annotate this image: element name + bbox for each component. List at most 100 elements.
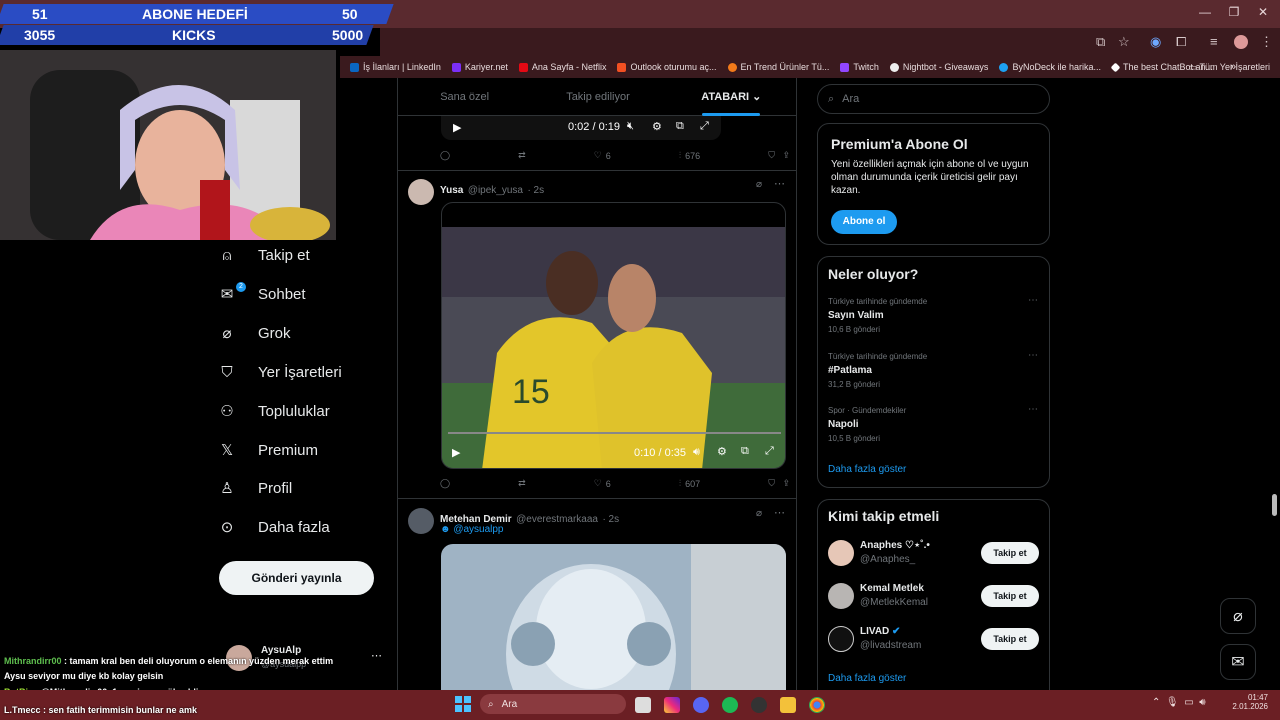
puzzle-icon[interactable]: ⧠ bbox=[1176, 34, 1186, 50]
trend-item[interactable]: Türkiye tarihinde gündemde #Patlama 31,2… bbox=[828, 350, 1038, 389]
fullscreen-icon[interactable]: ⤢ bbox=[765, 445, 774, 458]
extension-icon[interactable]: ◉ bbox=[1150, 34, 1161, 50]
install-icon[interactable]: ⧉ bbox=[1096, 34, 1105, 50]
follow-button[interactable]: Takip et bbox=[981, 585, 1039, 607]
reply-icon[interactable]: ◯ bbox=[440, 478, 450, 489]
close-icon[interactable]: ✕ bbox=[1248, 5, 1278, 19]
bookmark-item[interactable]: Outlook oturumu aç... bbox=[617, 62, 717, 72]
tab-following[interactable]: Takip ediliyor bbox=[531, 78, 664, 115]
play-icon[interactable]: ▶ bbox=[453, 121, 461, 134]
grok-fab[interactable]: ⌀ bbox=[1220, 598, 1256, 634]
video-player[interactable]: ▶ 0:02 / 0:19 🔇︎ ⚙ ⧉ ⤢ bbox=[441, 116, 721, 140]
menu-icon[interactable]: ⋮ bbox=[1260, 34, 1273, 50]
post-handle[interactable]: @everestmarkaaa bbox=[516, 514, 598, 525]
nav-communities[interactable]: ⚇ Topluluklar bbox=[218, 399, 329, 423]
nav-profile[interactable]: ♙ Profil bbox=[218, 476, 292, 500]
timeline: Sana özel Takip ediliyor ATABARI ⌄ ▶ 0:0… bbox=[397, 78, 797, 690]
follow-suggestion[interactable]: Kemal Metlek @MetlekKemal Takip et bbox=[818, 581, 1049, 621]
fullscreen-icon[interactable]: ⤢ bbox=[700, 120, 709, 133]
search-input[interactable]: ⌕ Ara bbox=[817, 84, 1050, 114]
tab-atabari[interactable]: ATABARI ⌄ bbox=[665, 78, 796, 115]
play-icon[interactable]: ▶ bbox=[452, 446, 460, 459]
bookmark-item[interactable]: Kariyer.net bbox=[451, 62, 508, 72]
svg-text:15: 15 bbox=[512, 373, 550, 411]
follow-button[interactable]: Takip et bbox=[981, 542, 1039, 564]
follow-suggestion[interactable]: Anaphes ♡⋆˚.• @Anaphes_ Takip et bbox=[818, 538, 1049, 578]
post-handle[interactable]: @ipek_yusa bbox=[468, 185, 523, 196]
like-button[interactable]: ♡ 6 bbox=[594, 478, 611, 489]
windows-start-icon[interactable] bbox=[455, 696, 471, 712]
settings-icon[interactable]: ⚙ bbox=[717, 445, 727, 458]
all-bookmarks[interactable]: ▭ Tüm Yer İşaretleri bbox=[1189, 56, 1270, 78]
trends-show-more[interactable]: Daha fazla göster bbox=[828, 464, 906, 475]
repost-icon[interactable]: ⇄ bbox=[518, 150, 526, 161]
repost-icon[interactable]: ⇄ bbox=[518, 478, 526, 489]
tab-for-you[interactable]: Sana özel bbox=[398, 78, 531, 115]
avatar[interactable] bbox=[408, 508, 434, 534]
more-dots-icon[interactable]: ⋯ bbox=[774, 177, 785, 190]
like-button[interactable]: ♡ 6 bbox=[594, 150, 611, 161]
bookmark-item[interactable]: Twitch bbox=[840, 62, 879, 72]
discord-icon[interactable] bbox=[693, 697, 709, 713]
views-button[interactable]: ⫶ 607 bbox=[679, 478, 700, 489]
clock[interactable]: 01:47 2.01.2026 bbox=[1232, 693, 1268, 711]
bookmark-item[interactable]: İş İlanları | LinkedIn bbox=[350, 62, 441, 72]
trend-item[interactable]: Türkiye tarihinde gündemde Sayın Valim 1… bbox=[828, 295, 1038, 334]
volume-icon[interactable]: 🔊︎ bbox=[693, 446, 700, 459]
more-dots-icon[interactable]: ⋯ bbox=[1028, 404, 1038, 415]
taskbar-search[interactable]: ⌕ Ara bbox=[480, 694, 626, 714]
more-dots-icon[interactable]: ⋯ bbox=[1028, 350, 1038, 361]
nav-bookmarks[interactable]: ⛉ Yer İşaretleri bbox=[218, 360, 341, 384]
messages-fab[interactable]: ✉ bbox=[1220, 644, 1256, 680]
more-dots-icon[interactable]: ⋯ bbox=[1028, 295, 1038, 306]
post-image[interactable] bbox=[441, 544, 786, 690]
bookmark-item[interactable]: Ana Sayfa - Netflix bbox=[518, 62, 606, 72]
tray-icons[interactable]: ⌃ 🎙︎ ▭ 🔊︎ bbox=[1152, 697, 1206, 708]
chrome-icon[interactable] bbox=[809, 697, 825, 713]
settings-icon[interactable]: ⚙ bbox=[652, 120, 662, 133]
avatar[interactable] bbox=[408, 179, 434, 205]
nav-grok[interactable]: ⌀ Grok bbox=[218, 321, 290, 345]
profile-avatar[interactable] bbox=[1234, 35, 1248, 49]
pip-icon[interactable]: ⧉ bbox=[741, 445, 749, 458]
post-author[interactable]: Yusa bbox=[440, 185, 463, 196]
post-mention[interactable]: ☻ @aysualpp bbox=[440, 524, 504, 535]
video-progress[interactable] bbox=[448, 432, 781, 434]
scrollbar[interactable] bbox=[1272, 494, 1277, 516]
follow-show-more[interactable]: Daha fazla göster bbox=[828, 673, 906, 684]
mute-icon[interactable]: 🔇︎ bbox=[627, 120, 634, 133]
bookmark-icon[interactable]: ⛉ ⇪ bbox=[768, 150, 790, 161]
follow-button[interactable]: Takip et bbox=[981, 628, 1039, 650]
video-player[interactable]: 15 ▶ 0:10 / 0:35 🔊︎ ⚙ ⧉ ⤢ bbox=[441, 202, 786, 469]
instagram-icon[interactable] bbox=[664, 697, 680, 713]
follow-suggestion[interactable]: LIVAD ✔ @livadstream Takip et bbox=[818, 624, 1049, 664]
post-button[interactable]: Gönderi yayınla bbox=[219, 561, 374, 595]
minimize-icon[interactable]: — bbox=[1190, 5, 1220, 19]
subscribe-button[interactable]: Abone ol bbox=[831, 210, 897, 234]
bookmark-icon[interactable]: ⛉ ⇪ bbox=[768, 478, 790, 489]
nav-more[interactable]: ⊙ Daha fazla bbox=[218, 515, 330, 539]
reply-icon[interactable]: ◯ bbox=[440, 150, 450, 161]
grok-icon[interactable]: ⌀ bbox=[756, 508, 762, 519]
address-bar[interactable] bbox=[380, 28, 1280, 56]
bookmark-item[interactable]: En Trend Ürünler Tü... bbox=[727, 62, 829, 72]
nav-premium[interactable]: 𝕏 Premium bbox=[218, 438, 318, 462]
nav-chat[interactable]: ✉ Sohbet bbox=[218, 282, 306, 306]
bookmark-item[interactable]: Nightbot - Giveaways bbox=[889, 62, 988, 72]
folder-icon[interactable] bbox=[780, 697, 796, 713]
star-icon[interactable]: ☆ bbox=[1118, 34, 1130, 50]
grok-icon[interactable]: ⌀ bbox=[756, 179, 762, 190]
trend-item[interactable]: Spor · Gündemdekiler Napoli 10,5 B gönde… bbox=[828, 404, 1038, 443]
video-time: 0:10 / 0:35 bbox=[634, 447, 686, 459]
views-button[interactable]: ⫶ 676 bbox=[679, 150, 700, 161]
obs-icon[interactable] bbox=[751, 697, 767, 713]
spotify-icon[interactable] bbox=[722, 697, 738, 713]
restore-icon[interactable]: ❐ bbox=[1219, 5, 1249, 19]
more-dots-icon[interactable]: ⋯ bbox=[774, 506, 785, 519]
pip-icon[interactable]: ⧉ bbox=[676, 120, 684, 133]
media-icon[interactable]: ≡ bbox=[1210, 34, 1218, 49]
nav-follow[interactable]: ⍝ Takip et bbox=[218, 243, 309, 267]
bookmark-item[interactable]: ByNoDeck ile harika... bbox=[999, 62, 1101, 72]
taskview-icon[interactable] bbox=[635, 697, 651, 713]
premium-body: Yeni özellikleri açmak için abone ol ve … bbox=[831, 159, 1029, 196]
